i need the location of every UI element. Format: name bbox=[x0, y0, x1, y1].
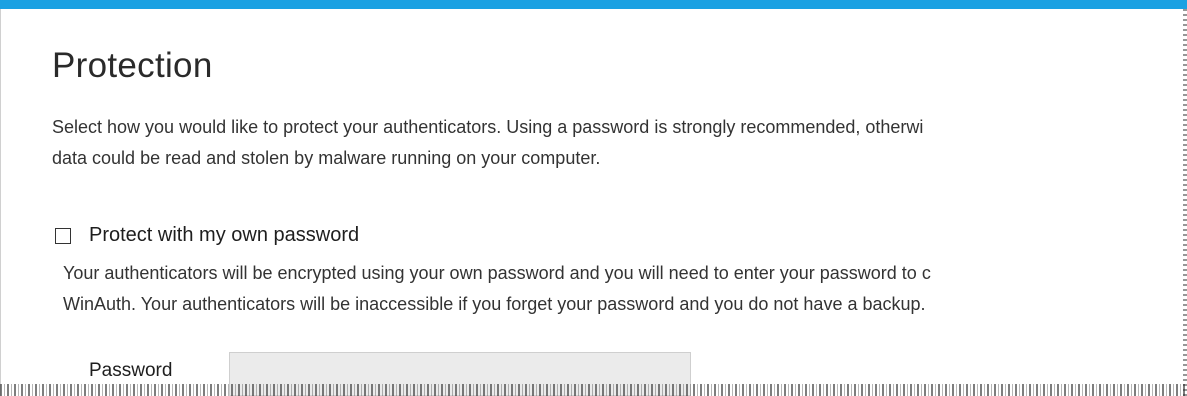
password-field-label: Password bbox=[89, 360, 173, 381]
window-bottom-edge bbox=[0, 384, 1187, 396]
protect-password-option[interactable]: Protect with my own password bbox=[55, 224, 359, 247]
page-title: Protection bbox=[52, 46, 213, 85]
page-description: Select how you would like to protect you… bbox=[52, 112, 1187, 174]
protect-password-checkbox[interactable] bbox=[55, 227, 71, 244]
protect-password-description: Your authenticators will be encrypted us… bbox=[63, 258, 931, 320]
window-accent-bar bbox=[0, 0, 1187, 9]
option-description-line: WinAuth. Your authenticators will be ina… bbox=[63, 294, 926, 314]
option-description-line: Your authenticators will be encrypted us… bbox=[63, 263, 931, 283]
description-line: Select how you would like to protect you… bbox=[52, 117, 924, 137]
protect-password-label[interactable]: Protect with my own password bbox=[89, 224, 359, 247]
description-line: data could be read and stolen by malware… bbox=[52, 148, 601, 168]
window-right-edge bbox=[1183, 9, 1187, 396]
